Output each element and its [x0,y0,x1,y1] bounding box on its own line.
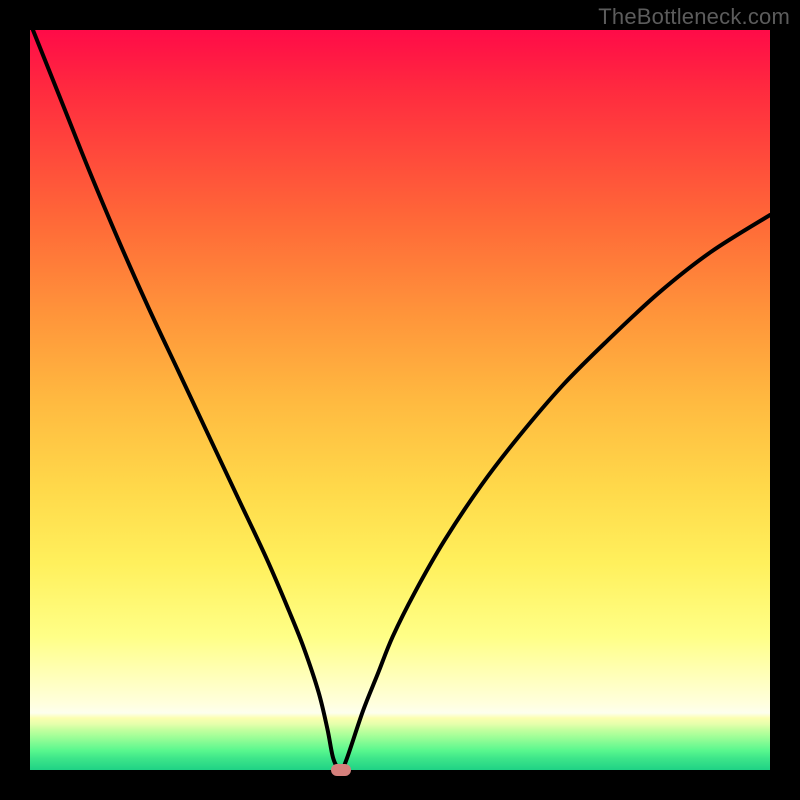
bottleneck-curve [30,23,770,770]
chart-container: TheBottleneck.com [0,0,800,800]
curve-svg [30,30,770,770]
watermark-text: TheBottleneck.com [598,4,790,30]
